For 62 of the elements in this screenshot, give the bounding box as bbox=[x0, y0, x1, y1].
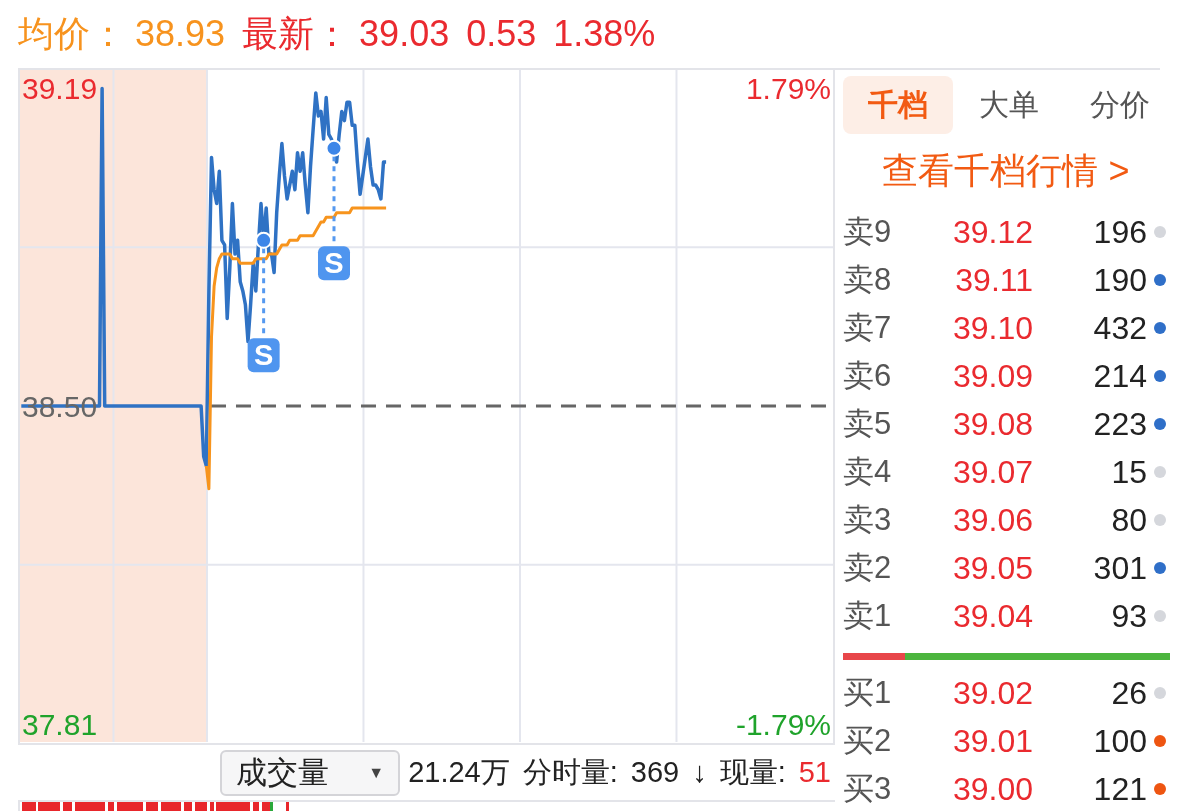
volume-total: 21.24万 bbox=[408, 754, 510, 790]
price-cell-text: 39.10 bbox=[951, 309, 1033, 347]
price-cell-text: 39.04 bbox=[951, 597, 1033, 635]
price-change-percent: 1.38% bbox=[553, 13, 656, 55]
level-label: 卖1 bbox=[843, 597, 893, 635]
annotation: S bbox=[324, 247, 344, 280]
stat-label: 分时量: bbox=[522, 754, 618, 790]
volume-cell-text: 432 bbox=[1092, 309, 1147, 347]
down-arrow-icon: ↓ bbox=[692, 756, 707, 789]
price-cell-text: 39.07 bbox=[951, 453, 1033, 491]
volume-cell-text: 121 bbox=[1092, 770, 1147, 808]
volume-cell-text: 214 bbox=[1092, 357, 1147, 395]
volume-cell-text: 93 bbox=[1110, 597, 1147, 635]
percent-axis-label: -1.79% bbox=[735, 708, 831, 742]
stat-value: 369 bbox=[630, 756, 680, 789]
stat-label: 现量: bbox=[719, 754, 786, 790]
latest-price-value: 39.03 bbox=[359, 13, 450, 55]
price-cell-text: 39.00 bbox=[951, 770, 1033, 808]
price-cell-text: 39.05 bbox=[951, 549, 1033, 587]
level-label: 卖4 bbox=[843, 453, 893, 491]
price-cell-text: 39.01 bbox=[951, 722, 1033, 760]
annotation: S bbox=[253, 339, 274, 372]
volume-cell-text: 196 bbox=[1092, 213, 1147, 251]
tab[interactable]: 分价 bbox=[1065, 76, 1175, 134]
price-cell-text: 39.12 bbox=[951, 213, 1033, 251]
price-change: 0.53 bbox=[466, 13, 537, 55]
level-label: 卖9 bbox=[843, 213, 893, 251]
volume-cell-text: 80 bbox=[1110, 501, 1147, 539]
volume-cell-text: 190 bbox=[1092, 261, 1147, 299]
average-price-value: 38.93 bbox=[135, 13, 226, 55]
level-label: 卖7 bbox=[843, 309, 893, 347]
level-label: 卖6 bbox=[843, 357, 893, 395]
level-label: 买2 bbox=[843, 722, 893, 760]
price-cell-text: 39.06 bbox=[951, 501, 1033, 539]
price-cell-text: 39.09 bbox=[951, 357, 1033, 395]
level-label: 卖2 bbox=[843, 549, 893, 587]
tab[interactable]: 大单 bbox=[954, 76, 1064, 134]
marker-dot-icon bbox=[325, 139, 343, 157]
price-cell-text: 39.08 bbox=[951, 405, 1033, 443]
stat-value: 51 bbox=[798, 756, 831, 789]
caret-icon: ▼ bbox=[368, 763, 385, 782]
level-label: 卖5 bbox=[843, 405, 893, 443]
level-label: 买3 bbox=[843, 770, 893, 808]
level-label: 卖8 bbox=[843, 261, 893, 299]
percent-axis-label: 1.79% bbox=[745, 71, 831, 105]
signal-badge: S bbox=[318, 246, 350, 281]
volume-cell-text: 26 bbox=[1110, 674, 1147, 712]
volume-cell-text: 100 bbox=[1092, 722, 1147, 760]
volume-cell-text: 301 bbox=[1092, 549, 1147, 587]
indicator-dropdown[interactable]: 成交量 ▼ bbox=[220, 749, 401, 796]
price-axis-label: 39.19 bbox=[22, 72, 98, 106]
signal-badge: S bbox=[247, 338, 280, 373]
latest-price-label: 最新： bbox=[242, 11, 351, 56]
level-label: 买1 bbox=[843, 674, 893, 712]
average-price-label: 均价： bbox=[18, 11, 126, 56]
price-cell-text: 39.11 bbox=[954, 261, 1033, 299]
volume-cell-text: 15 bbox=[1110, 453, 1147, 491]
level-label: 卖3 bbox=[843, 501, 893, 539]
price-axis-label: 37.81 bbox=[22, 707, 98, 741]
marker-dot-icon bbox=[255, 231, 273, 249]
volume-cell-text: 223 bbox=[1092, 405, 1147, 443]
price-cell-text: 39.02 bbox=[951, 674, 1033, 712]
